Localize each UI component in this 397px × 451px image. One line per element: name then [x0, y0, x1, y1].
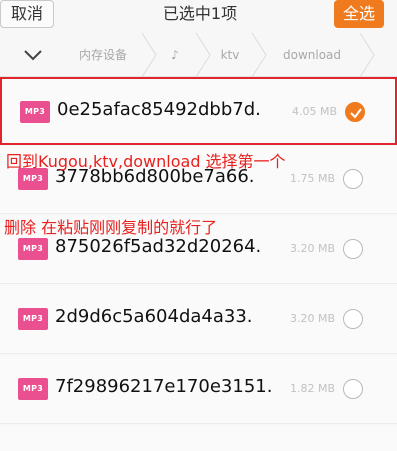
breadcrumb-item-download[interactable]: download	[272, 33, 352, 77]
checkbox[interactable]	[343, 379, 363, 399]
mp3-icon: MP3	[18, 238, 48, 260]
file-row-partial[interactable]	[0, 426, 397, 451]
breadcrumb: 内存设备 ♪ ktv download	[0, 33, 397, 77]
file-size: 3.20 MB	[290, 312, 336, 325]
breadcrumb-separator-icon	[141, 33, 157, 77]
chevron-down-icon[interactable]	[22, 46, 44, 64]
file-row[interactable]: MP3 2d9d6c5a604da4a33. 3.20 MB	[0, 286, 397, 354]
checkbox[interactable]	[343, 169, 363, 189]
file-size: 3.20 MB	[290, 242, 336, 255]
selection-title: 已选中1项	[162, 4, 238, 23]
checkbox[interactable]	[343, 239, 363, 259]
file-size: 1.82 MB	[290, 382, 336, 395]
breadcrumb-item-ktv[interactable]: ktv	[212, 33, 248, 77]
check-icon	[350, 108, 362, 119]
checkbox-checked[interactable]	[345, 102, 365, 122]
breadcrumb-separator-icon	[251, 33, 267, 77]
select-all-button[interactable]: 全选	[334, 0, 384, 28]
breadcrumb-separator-icon	[359, 33, 375, 77]
checkbox[interactable]	[343, 309, 363, 329]
breadcrumb-item-storage[interactable]: 内存设备	[68, 33, 138, 77]
annotation-text: 删除 在粘贴刚刚复制的就行了	[4, 218, 218, 237]
cancel-button[interactable]: 取消	[0, 0, 54, 28]
mp3-icon: MP3	[18, 308, 48, 330]
top-bar: 取消 已选中1项 全选	[0, 0, 397, 30]
file-name: 2d9d6c5a604da4a33.	[55, 306, 253, 327]
file-name: 0e25afac85492dbb7d.	[57, 99, 261, 120]
mp3-icon: MP3	[20, 101, 50, 123]
file-size: 4.05 MB	[292, 105, 338, 118]
mp3-icon: MP3	[18, 378, 48, 400]
file-row[interactable]: MP3 0e25afac85492dbb7d. 4.05 MB	[0, 77, 397, 145]
file-name: 875026f5ad32d20264.	[55, 236, 262, 257]
breadcrumb-separator-icon	[195, 33, 211, 77]
file-name: 7f29896217e170e3151.	[55, 376, 273, 397]
file-size: 1.75 MB	[290, 172, 336, 185]
breadcrumb-item-music[interactable]: ♪	[158, 33, 192, 77]
annotation-text: 回到Kugou,ktv,download 选择第一个	[6, 152, 286, 171]
file-row[interactable]: MP3 7f29896217e170e3151. 1.82 MB	[0, 356, 397, 424]
